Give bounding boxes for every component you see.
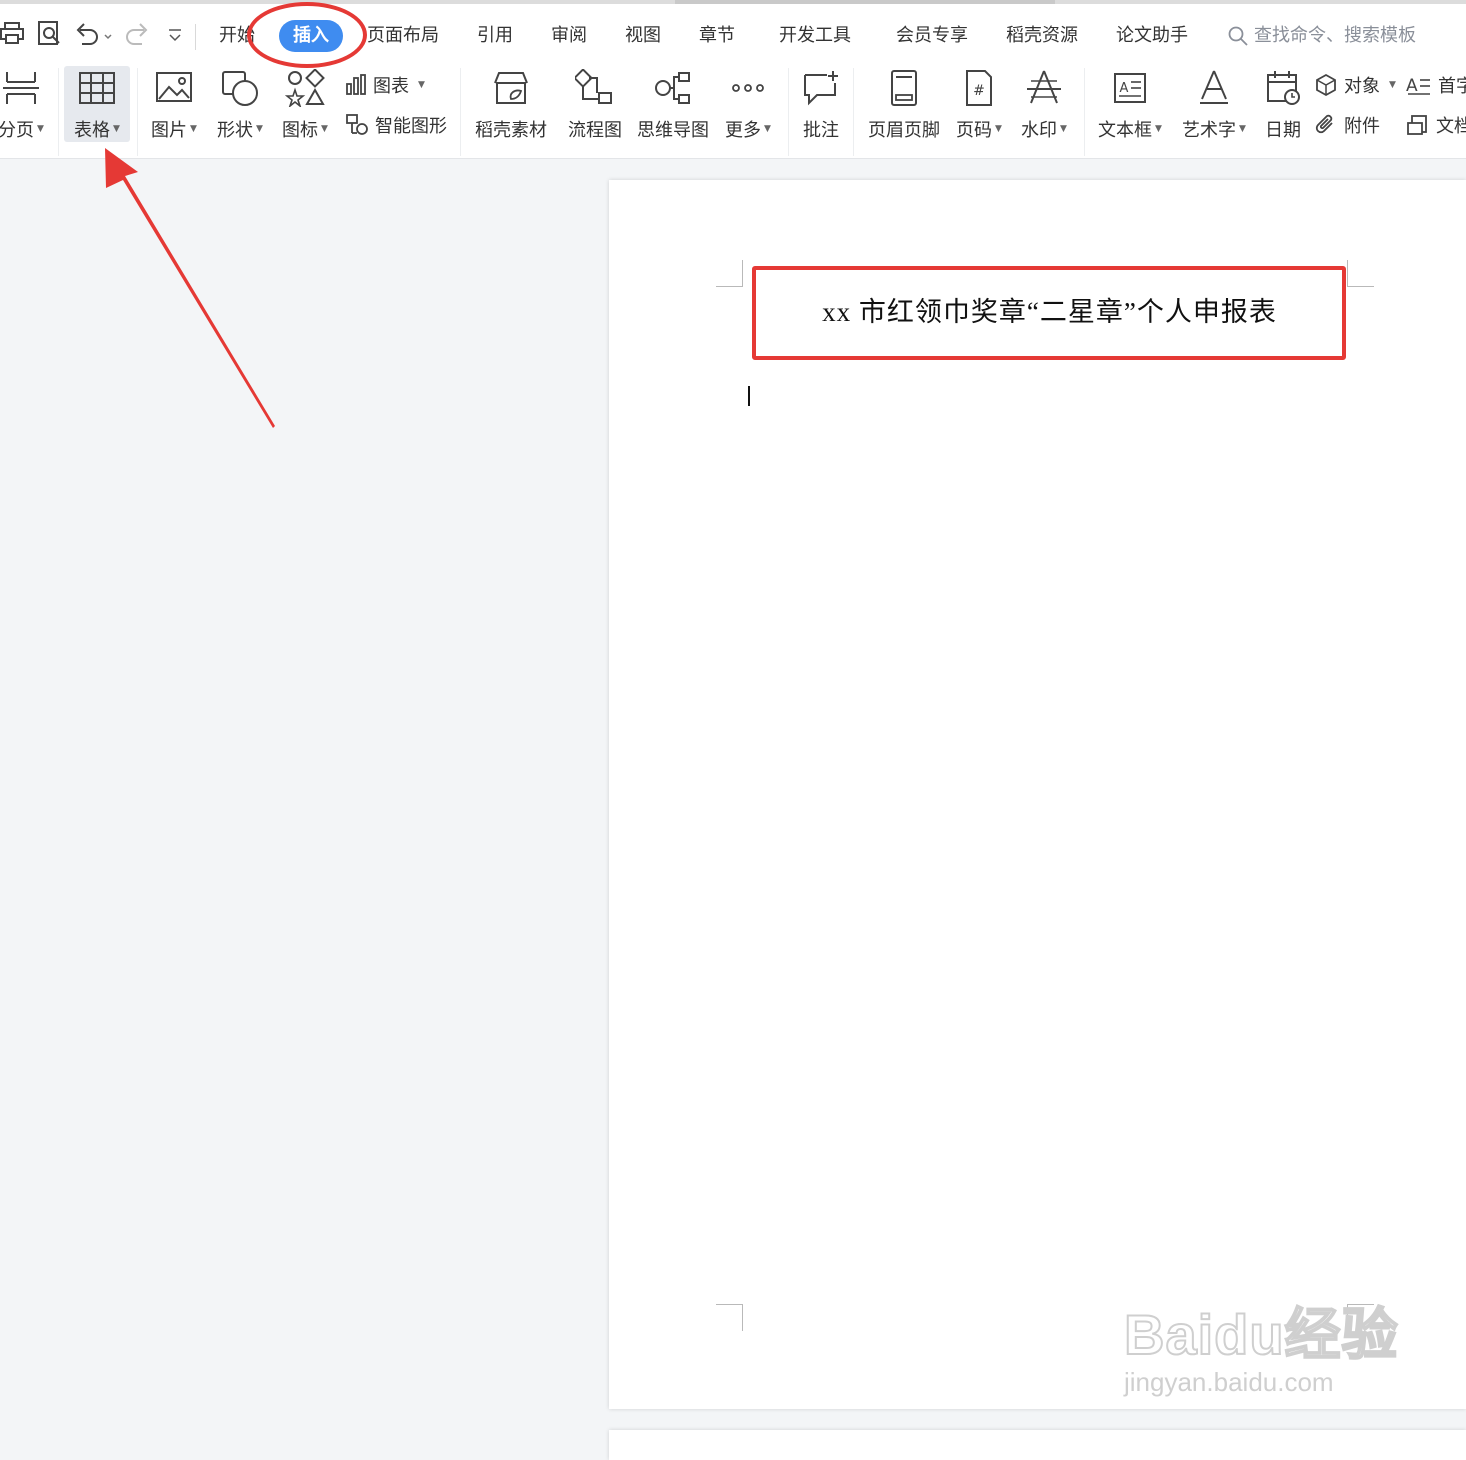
svg-text:#: # bbox=[973, 83, 985, 99]
title-highlight-annotation bbox=[752, 266, 1346, 360]
group-separator bbox=[853, 68, 854, 156]
header-footer-icon bbox=[891, 70, 917, 106]
watermark-url: jingyan.baidu.com bbox=[1124, 1367, 1334, 1397]
date-label: 日期 bbox=[1265, 120, 1301, 141]
textbox-label: 文本框 bbox=[1098, 120, 1153, 141]
tab-chapter[interactable]: 章节 bbox=[699, 20, 735, 52]
mindmap-icon bbox=[655, 72, 690, 104]
object-button[interactable]: 对象 ▼ bbox=[1314, 72, 1396, 98]
header-footer-label: 页眉页脚 bbox=[868, 120, 940, 141]
wordart-label: 艺术字 bbox=[1182, 120, 1237, 141]
search-placeholder: 查找命令、搜索模板 bbox=[1254, 25, 1416, 46]
table-arrow-annotation bbox=[105, 148, 275, 428]
mindmap-label: 思维导图 bbox=[637, 120, 709, 141]
flowchart-icon bbox=[575, 69, 612, 104]
text-cursor bbox=[748, 386, 750, 406]
group-separator bbox=[788, 68, 789, 156]
document-page[interactable]: xx 市红领巾奖章“二星章”个人申报表 bbox=[609, 180, 1466, 1409]
attachment-label: 附件 bbox=[1344, 116, 1380, 137]
watermark-icon bbox=[1027, 70, 1061, 104]
page-number-icon: # bbox=[966, 70, 992, 106]
chart-label: 图表 bbox=[373, 76, 409, 97]
wordart-icon bbox=[1200, 70, 1228, 104]
object-label: 对象 bbox=[1344, 76, 1380, 97]
smart-art-label: 智能图形 bbox=[375, 116, 447, 137]
tab-developer[interactable]: 开发工具 bbox=[779, 20, 851, 52]
dropcap-button[interactable]: A 首字 bbox=[1406, 72, 1466, 98]
comment-button[interactable]: 批注 bbox=[798, 66, 844, 142]
comment-icon bbox=[804, 71, 838, 106]
object-icon bbox=[1316, 73, 1336, 97]
watermark-brand: Baidu经验 bbox=[1123, 1302, 1399, 1367]
tab-daoke[interactable]: 稻壳资源 bbox=[1006, 20, 1078, 52]
watermark-button[interactable]: 水印 ▼ bbox=[1016, 66, 1072, 142]
watermark-label: 水印 bbox=[1021, 120, 1058, 141]
header-footer-button[interactable]: 页眉页脚 bbox=[864, 66, 944, 142]
doc-part-label: 文档 bbox=[1436, 116, 1466, 137]
more-label: 更多 bbox=[725, 120, 762, 141]
smart-art-button[interactable]: 智能图形 bbox=[345, 112, 447, 138]
paperclip-icon bbox=[1315, 114, 1333, 134]
page-number-button[interactable]: # 页码 ▼ bbox=[952, 66, 1006, 142]
chart-icon bbox=[346, 74, 366, 95]
group-separator bbox=[1084, 68, 1085, 156]
daoke-material-label: 稻壳素材 bbox=[475, 120, 547, 141]
flowchart-label: 流程图 bbox=[568, 120, 622, 141]
baidu-watermark: Baidu经验 jingyan.baidu.com bbox=[1123, 1290, 1399, 1398]
group-separator bbox=[460, 68, 461, 156]
tab-review[interactable]: 审阅 bbox=[551, 20, 587, 52]
textbox-icon: A bbox=[1114, 73, 1146, 103]
calendar-icon bbox=[1267, 71, 1300, 105]
search-icon bbox=[1228, 26, 1248, 46]
textbox-button[interactable]: A 文本框 ▼ bbox=[1094, 66, 1166, 142]
more-icon bbox=[732, 84, 764, 92]
wordart-button[interactable]: 艺术字 ▼ bbox=[1178, 66, 1250, 142]
tab-page-layout[interactable]: 页面布局 bbox=[367, 20, 439, 52]
svg-text:A: A bbox=[1406, 76, 1418, 96]
tab-thesis[interactable]: 论文助手 bbox=[1116, 20, 1188, 52]
material-store-icon bbox=[494, 72, 528, 104]
date-button[interactable]: 日期 bbox=[1260, 66, 1306, 142]
mindmap-button[interactable]: 思维导图 bbox=[636, 66, 710, 142]
flowchart-button[interactable]: 流程图 bbox=[564, 66, 626, 142]
daoke-material-button[interactable]: 稻壳素材 bbox=[470, 66, 552, 142]
svg-text:A: A bbox=[1120, 81, 1129, 96]
margin-corner-top-left bbox=[716, 260, 743, 287]
margin-corner-top-right bbox=[1347, 260, 1374, 287]
doc-part-button[interactable]: 文档 bbox=[1406, 112, 1466, 138]
doc-part-icon bbox=[1407, 115, 1427, 135]
tab-member[interactable]: 会员专享 bbox=[896, 20, 968, 52]
comment-label: 批注 bbox=[803, 120, 839, 141]
tab-view[interactable]: 视图 bbox=[625, 20, 661, 52]
chart-button[interactable]: 图表 ▼ bbox=[345, 72, 425, 98]
next-document-page[interactable] bbox=[609, 1430, 1466, 1460]
attachment-button[interactable]: 附件 bbox=[1314, 112, 1380, 138]
margin-corner-bottom-left bbox=[716, 1304, 743, 1331]
more-button[interactable]: 更多 ▼ bbox=[720, 66, 776, 142]
command-search[interactable]: 查找命令、搜索模板 bbox=[1228, 20, 1416, 52]
dropcap-icon: A bbox=[1406, 76, 1430, 96]
page-number-label: 页码 bbox=[956, 120, 993, 141]
dropcap-label: 首字 bbox=[1438, 76, 1466, 97]
tab-references[interactable]: 引用 bbox=[477, 20, 513, 52]
smart-art-icon bbox=[346, 114, 368, 135]
